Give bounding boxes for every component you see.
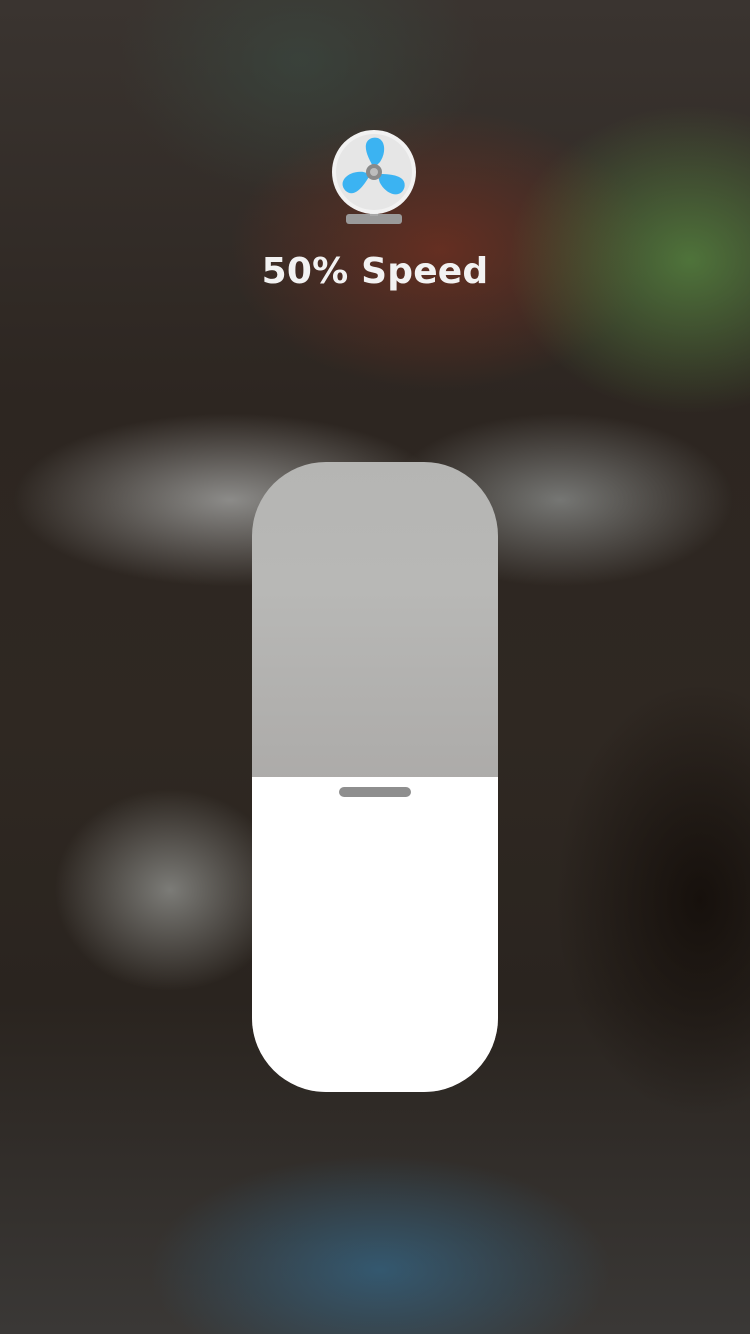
fan-icon xyxy=(332,130,416,224)
slider-fill[interactable] xyxy=(252,777,498,1092)
fan-speed-slider[interactable] xyxy=(252,462,498,1092)
speed-label: 50% Speed xyxy=(261,251,489,292)
slider-handle[interactable] xyxy=(339,787,411,797)
